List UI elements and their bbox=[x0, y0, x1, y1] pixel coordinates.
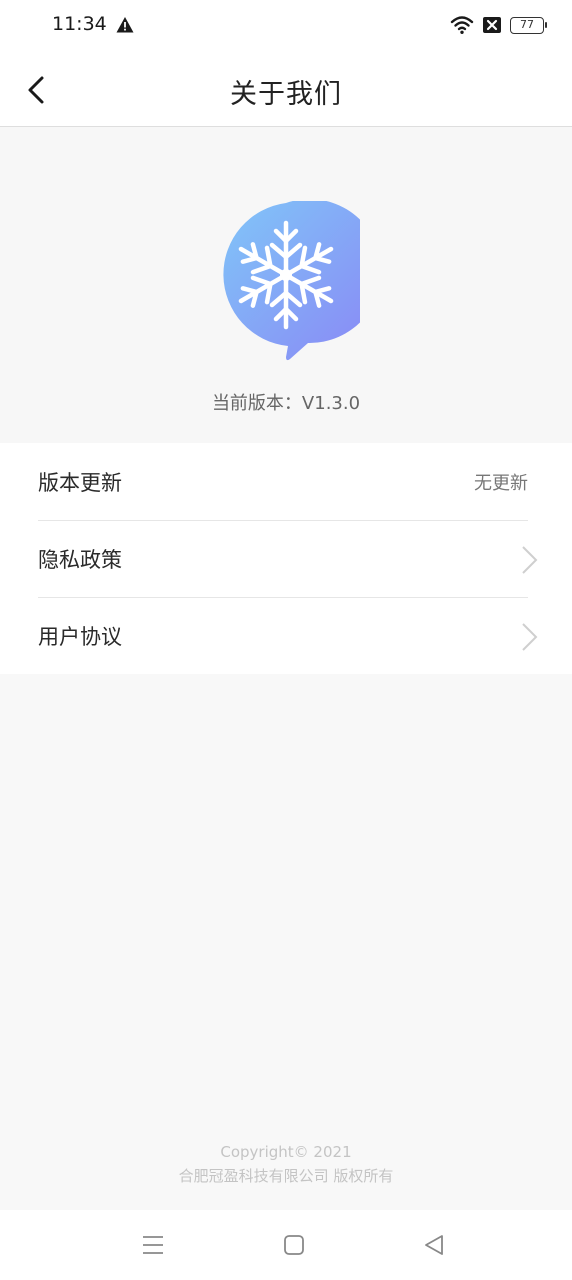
home-icon[interactable] bbox=[281, 1232, 307, 1258]
version-label: 当前版本：V1.3.0 bbox=[211, 393, 361, 414]
about-header: 当前版本：V1.3.0 bbox=[0, 127, 572, 443]
menu-item-label: 隐私政策 bbox=[38, 548, 122, 572]
company-line: 合肥冠盈科技有限公司 版权所有 bbox=[178, 1167, 394, 1185]
sim-off-icon bbox=[483, 17, 501, 33]
page-title: 关于我们 bbox=[230, 79, 342, 110]
battery-icon: 77 bbox=[510, 16, 547, 34]
update-status: 无更新 bbox=[474, 472, 528, 494]
menu-icon[interactable] bbox=[140, 1232, 166, 1258]
system-navigation-bar bbox=[0, 1210, 572, 1280]
menu-item-label: 用户协议 bbox=[38, 625, 122, 649]
status-bar: 11:34 77 bbox=[0, 0, 572, 52]
navigation-bar: 关于我们 bbox=[0, 52, 572, 127]
battery-level: 77 bbox=[520, 17, 534, 31]
menu-item-user-agreement[interactable]: 用户协议 bbox=[38, 597, 538, 674]
back-icon[interactable] bbox=[421, 1232, 447, 1258]
status-icons: 77 bbox=[450, 14, 547, 36]
warning-icon bbox=[116, 17, 134, 33]
copyright-line: Copyright© 2021 bbox=[220, 1143, 352, 1161]
chevron-right-icon bbox=[522, 546, 538, 574]
status-time: 11:34 bbox=[52, 13, 107, 35]
wifi-icon bbox=[450, 16, 474, 34]
snowflake-logo-icon bbox=[223, 201, 360, 361]
copyright-footer: Copyright© 2021 合肥冠盈科技有限公司 版权所有 bbox=[0, 1140, 572, 1188]
menu-item-privacy-policy[interactable]: 隐私政策 bbox=[38, 520, 538, 597]
menu-item-label: 版本更新 bbox=[38, 470, 122, 495]
menu-item-version-update[interactable]: 版本更新 无更新 bbox=[38, 443, 528, 520]
settings-menu: 版本更新 无更新 隐私政策 用户协议 bbox=[0, 443, 572, 674]
chevron-right-icon bbox=[522, 623, 538, 651]
